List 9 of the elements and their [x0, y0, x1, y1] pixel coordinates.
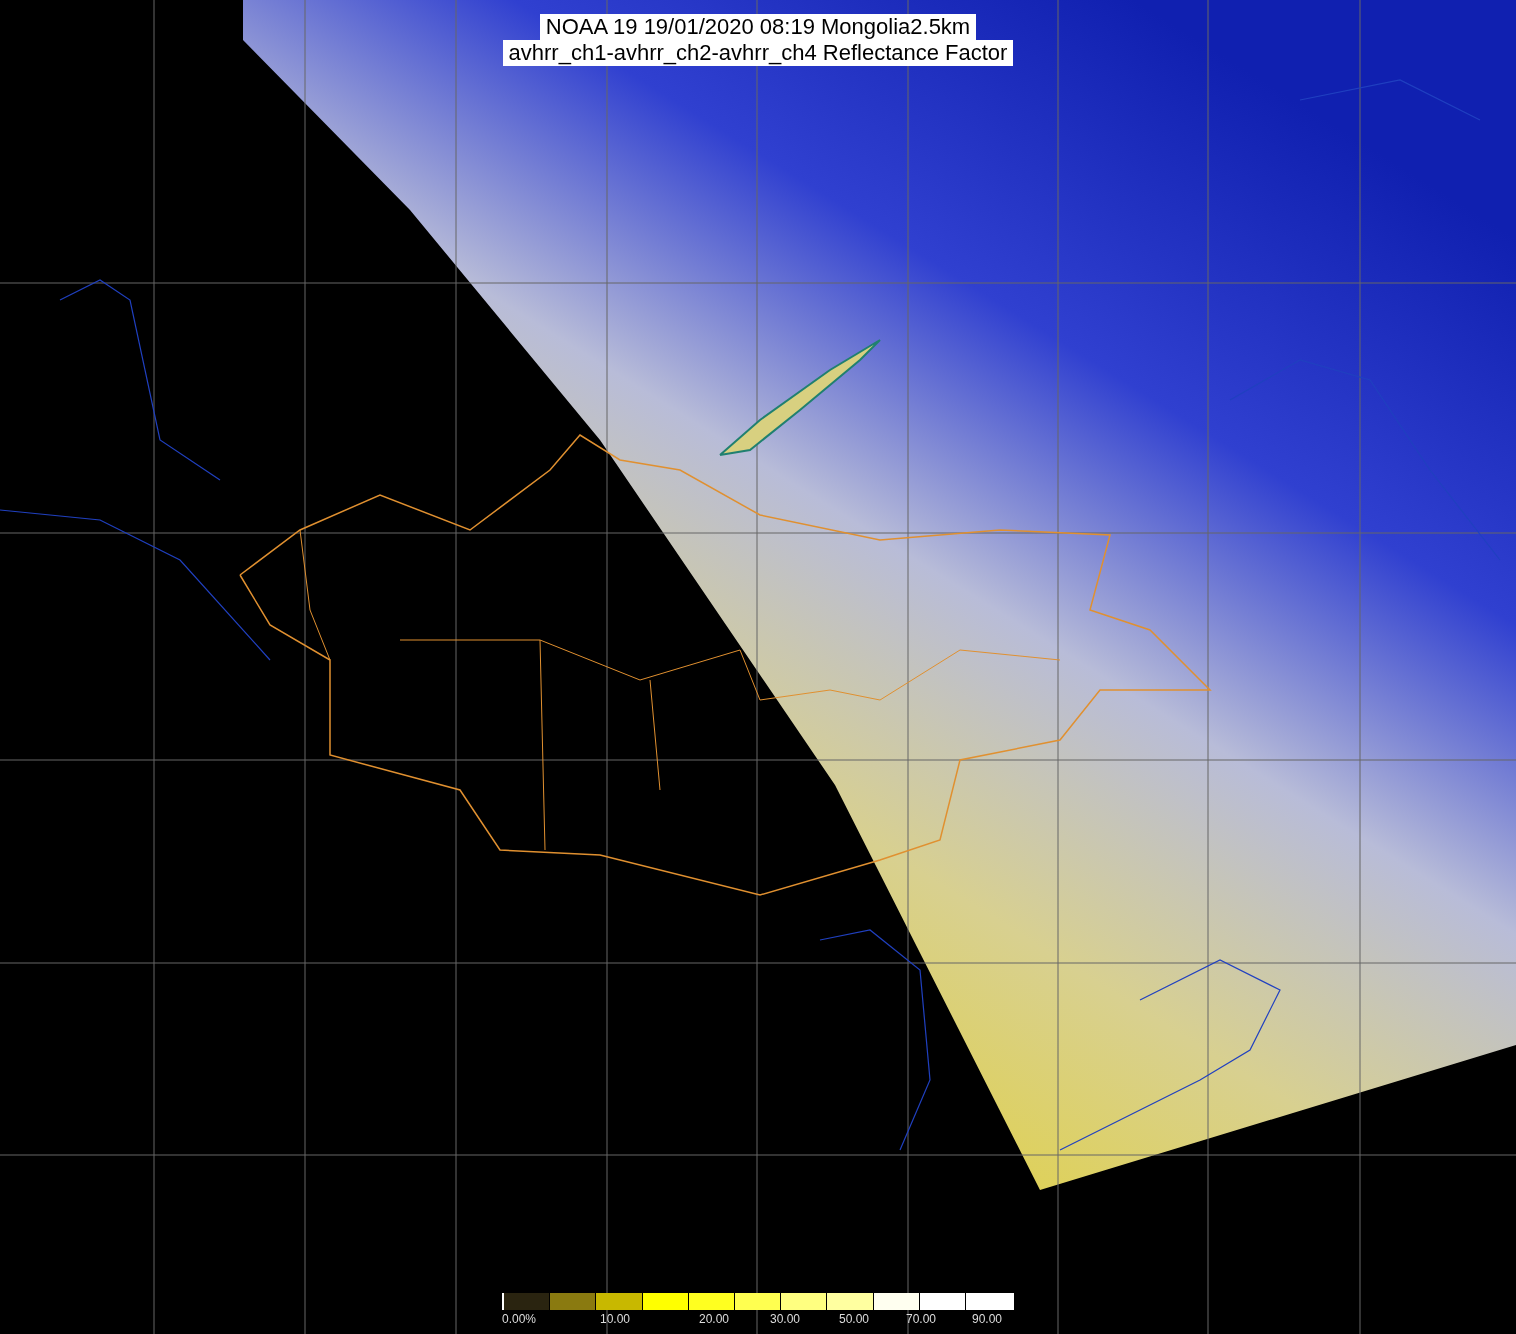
scale-label: 0.00%	[502, 1312, 537, 1326]
scale-label: 90.00	[972, 1312, 1003, 1326]
map-title: avhrr_ch1-avhrr_ch2-avhrr_ch4 Reflectance Factor	[502, 40, 1014, 66]
scale-label: 10.00	[600, 1312, 631, 1326]
scale-label: 50.00	[839, 1312, 870, 1326]
scale-label: 20.00	[699, 1312, 730, 1326]
map-title: NOAA 19 19/01/2020 08:19 Mongolia2.5km	[539, 14, 977, 40]
scale-label: 70.00	[906, 1312, 937, 1326]
scale-label: 30.00	[770, 1312, 801, 1326]
